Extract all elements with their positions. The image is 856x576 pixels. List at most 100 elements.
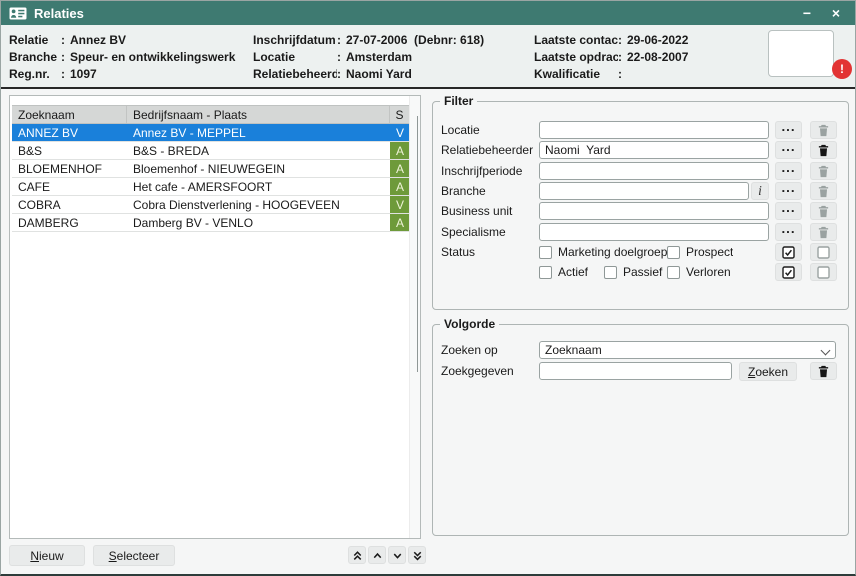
checkbox-actief[interactable] <box>539 266 552 279</box>
header-field-value: Amsterdam <box>346 50 412 64</box>
clear-all-status-button[interactable] <box>810 243 837 261</box>
trash-button-branche[interactable] <box>810 182 837 200</box>
zoeken-button[interactable]: Zoeken <box>739 362 797 381</box>
table-row[interactable]: COBRACobra Dienstverlening - HOOGEVEENV <box>12 196 410 214</box>
filter-input-relatiebeheerder[interactable] <box>539 141 769 159</box>
unchecked-checkbox-icon <box>817 246 830 259</box>
column-header-zoeknaam[interactable]: Zoeknaam <box>12 106 127 123</box>
select-all-status-button-2[interactable] <box>775 263 802 281</box>
cell-bedrijfsnaam: Bloemenhof - NIEUWEGEIN <box>127 162 390 176</box>
minimize-icon[interactable]: − <box>796 2 818 24</box>
trash-button-inschrijfperiode[interactable] <box>810 162 837 180</box>
column-header-status[interactable]: S <box>390 106 410 123</box>
filter-input-locatie[interactable] <box>539 121 769 139</box>
first-record-button[interactable] <box>348 546 366 564</box>
column-header-bedrijfsnaam[interactable]: Bedrijfsnaam - Plaats <box>127 106 390 123</box>
trash-icon <box>817 185 830 198</box>
checkbox-passief[interactable] <box>604 266 617 279</box>
header-field-separator: : <box>618 50 627 64</box>
nieuw-button[interactable]: Nieuw <box>9 545 85 566</box>
trash-button-relatiebeheerder[interactable] <box>810 141 837 159</box>
double-chevron-up-icon <box>351 549 364 562</box>
cell-bedrijfsnaam: Cobra Dienstverlening - HOOGEVEEN <box>127 198 390 212</box>
ellipsis-button-inschrijfperiode[interactable]: ... <box>775 162 802 180</box>
selecteer-button[interactable]: Selecteer <box>93 545 175 566</box>
zoeken-op-value: Zoeknaam <box>545 343 602 357</box>
header-field-value: Naomi Yard <box>346 67 412 81</box>
next-record-button[interactable] <box>388 546 406 564</box>
table-row[interactable]: ANNEZ BVAnnez BV - MEPPELV <box>12 124 410 142</box>
ellipsis-button-specialisme[interactable]: ... <box>775 223 802 241</box>
checkbox-marketing-doelgroep[interactable] <box>539 246 552 259</box>
relation-photo-placeholder <box>768 30 834 77</box>
status-option-prospect[interactable]: Prospect <box>667 245 733 259</box>
header-field-label: Relatiebeheerde <box>253 67 337 81</box>
previous-record-button[interactable] <box>368 546 386 564</box>
table-row[interactable]: DAMBERGDamberg BV - VENLOA <box>12 214 410 232</box>
status-checkbox-row-2: Actief Passief Verloren <box>539 263 769 281</box>
cell-zoeknaam: ANNEZ BV <box>12 126 127 140</box>
filter-row: Branchei... <box>433 182 848 200</box>
table-row[interactable]: B&SB&S - BREDAA <box>12 142 410 160</box>
cell-bedrijfsnaam: B&S - BREDA <box>127 144 390 158</box>
trash-icon <box>817 144 830 157</box>
ellipsis-button-locatie[interactable]: ... <box>775 121 802 139</box>
zoeken-op-select[interactable]: Zoeknaam <box>539 341 836 359</box>
info-button[interactable]: i <box>751 182 769 200</box>
trash-button-specialisme[interactable] <box>810 223 837 241</box>
zoekgegeven-trash-button[interactable] <box>810 362 837 380</box>
header-field: Locatie:Amsterdam <box>253 48 484 65</box>
trash-button-locatie[interactable] <box>810 121 837 139</box>
ellipsis-button-branche[interactable]: ... <box>775 182 802 200</box>
select-all-status-button[interactable] <box>775 243 802 261</box>
clear-all-status-button-2[interactable] <box>810 263 837 281</box>
filter-row: Inschrijfperiode... <box>433 162 848 180</box>
filter-input-specialisme[interactable] <box>539 223 769 241</box>
cell-zoeknaam: DAMBERG <box>12 216 127 230</box>
status-option-label: Passief <box>623 265 662 279</box>
header-field: Relatie:Annez BV <box>9 31 235 48</box>
filter-groupbox: Filter Locatie...Relatiebeheerder...Insc… <box>432 101 849 310</box>
scrollbar-thumb[interactable] <box>417 116 418 372</box>
filter-input-business-unit[interactable] <box>539 202 769 220</box>
header-field: Laatste opdrach:22-08-2007 <box>534 48 688 65</box>
cell-status: A <box>390 178 410 195</box>
trash-button-business-unit[interactable] <box>810 202 837 220</box>
chevron-down-icon <box>821 346 831 356</box>
status-option-verloren[interactable]: Verloren <box>667 265 731 279</box>
relations-table: Zoeknaam Bedrijfsnaam - Plaats S ANNEZ B… <box>12 105 410 232</box>
checkbox-verloren[interactable] <box>667 266 680 279</box>
cell-zoeknaam: COBRA <box>12 198 127 212</box>
header-field: Kwalificatie: <box>534 65 688 82</box>
filter-input-branche[interactable] <box>539 182 749 200</box>
header-field: Relatiebeheerde:Naomi Yard <box>253 65 484 82</box>
trash-icon <box>817 365 830 378</box>
ellipsis-button-relatiebeheerder[interactable]: ... <box>775 141 802 159</box>
checkbox-prospect[interactable] <box>667 246 680 259</box>
trash-icon <box>817 226 830 239</box>
ellipsis-button-business-unit[interactable]: ... <box>775 202 802 220</box>
status-option-label: Actief <box>558 265 588 279</box>
checked-checkbox-icon <box>782 246 795 259</box>
header-field: Reg.nr.:1097 <box>9 65 235 82</box>
status-option-actief[interactable]: Actief <box>539 265 604 279</box>
relations-list: ANNEZ BVAnnez BV - MEPPELVB&SB&S - BREDA… <box>12 124 410 232</box>
header-field: Laatste contact:29-06-2022 <box>534 31 688 48</box>
header-field-separator: : <box>618 67 627 81</box>
status-option-passief[interactable]: Passief <box>604 265 667 279</box>
window-title: Relaties <box>34 6 84 21</box>
filter-row: Relatiebeheerder... <box>433 141 848 159</box>
chevron-down-icon <box>391 549 404 562</box>
close-icon[interactable]: × <box>825 2 847 24</box>
list-scrollbar[interactable] <box>409 96 420 538</box>
table-row[interactable]: CAFEHet cafe - AMERSFOORTA <box>12 178 410 196</box>
filter-row: Business unit... <box>433 202 848 220</box>
status-option-marketing-doelgroep[interactable]: Marketing doelgroep <box>539 245 667 259</box>
last-record-button[interactable] <box>408 546 426 564</box>
cell-bedrijfsnaam: Het cafe - AMERSFOORT <box>127 180 390 194</box>
filter-input-inschrijfperiode[interactable] <box>539 162 769 180</box>
filter-label-relatiebeheerder: Relatiebeheerder <box>441 143 533 157</box>
zoekgegeven-input[interactable] <box>539 362 732 380</box>
trash-icon <box>817 124 830 137</box>
table-row[interactable]: BLOEMENHOFBloemenhof - NIEUWEGEINA <box>12 160 410 178</box>
